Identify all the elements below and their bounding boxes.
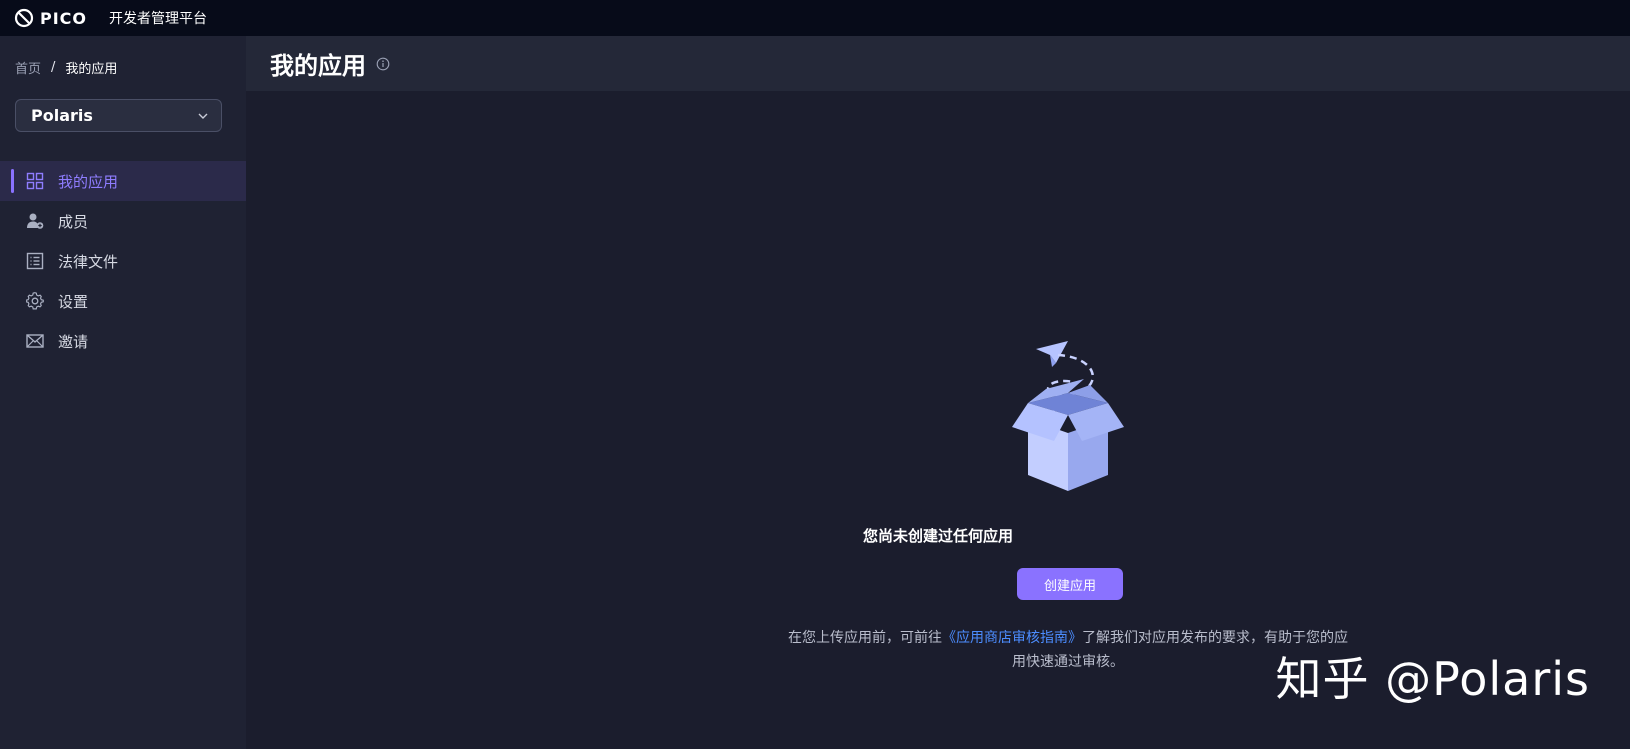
mail-icon xyxy=(26,334,44,348)
grid-icon xyxy=(26,172,44,190)
sidebar-item-label: 邀请 xyxy=(58,332,89,351)
sidebar-item-legal[interactable]: 法律文件 xyxy=(0,241,246,281)
breadcrumb-current: 我的应用 xyxy=(65,62,118,77)
empty-box-illustration xyxy=(1012,341,1124,491)
empty-state-title: 您尚未创建过任何应用 xyxy=(862,527,1013,545)
review-guide-link[interactable]: 《应用商店审核指南》 xyxy=(942,630,1082,646)
sidebar-item-label: 设置 xyxy=(58,292,89,311)
platform-title: 开发者管理平台 xyxy=(109,11,208,27)
pico-logo[interactable]: PICO xyxy=(14,8,87,28)
sidebar-item-my-apps[interactable]: 我的应用 xyxy=(0,161,246,201)
breadcrumb-separator: / xyxy=(51,60,56,75)
sidebar-nav: 我的应用 成员 法律文件 设置 邀请 xyxy=(0,161,246,361)
page-title: 我的应用 xyxy=(270,52,366,80)
watermark: 知乎 @Polaris xyxy=(1275,652,1590,706)
sidebar-item-settings[interactable]: 设置 xyxy=(0,281,246,321)
sidebar-item-members[interactable]: 成员 xyxy=(0,201,246,241)
empty-state-hint: 在您上传应用前，可前往《应用商店审核指南》了解我们对应用发布的要求，有助于您的应… xyxy=(786,626,1350,674)
info-icon[interactable] xyxy=(376,57,390,71)
create-app-button[interactable]: 创建应用 xyxy=(1017,568,1123,600)
sidebar-item-label: 我的应用 xyxy=(58,172,119,191)
pico-logo-icon xyxy=(14,8,34,28)
gear-icon xyxy=(26,292,44,310)
document-list-icon xyxy=(26,252,44,270)
sidebar-item-label: 成员 xyxy=(58,212,89,231)
topbar: PICO 开发者管理平台 xyxy=(0,0,1630,36)
sidebar-item-label: 法律文件 xyxy=(58,252,119,271)
hint-text-before: 在您上传应用前，可前往 xyxy=(788,630,942,646)
breadcrumb-home[interactable]: 首页 xyxy=(15,58,41,77)
app-select-value: Polaris xyxy=(31,106,93,125)
sidebar-item-invite[interactable]: 邀请 xyxy=(0,321,246,361)
breadcrumb: 首页 / 我的应用 xyxy=(15,58,117,77)
logo-text: PICO xyxy=(40,8,88,28)
member-icon xyxy=(27,213,44,229)
page-header: 我的应用 xyxy=(246,36,1630,91)
chevron-down-icon xyxy=(198,113,208,119)
app-select[interactable]: Polaris xyxy=(15,99,222,132)
sidebar: 首页 / 我的应用 Polaris 我的应用 成员 法律文件 设置 邀请 xyxy=(0,36,246,749)
